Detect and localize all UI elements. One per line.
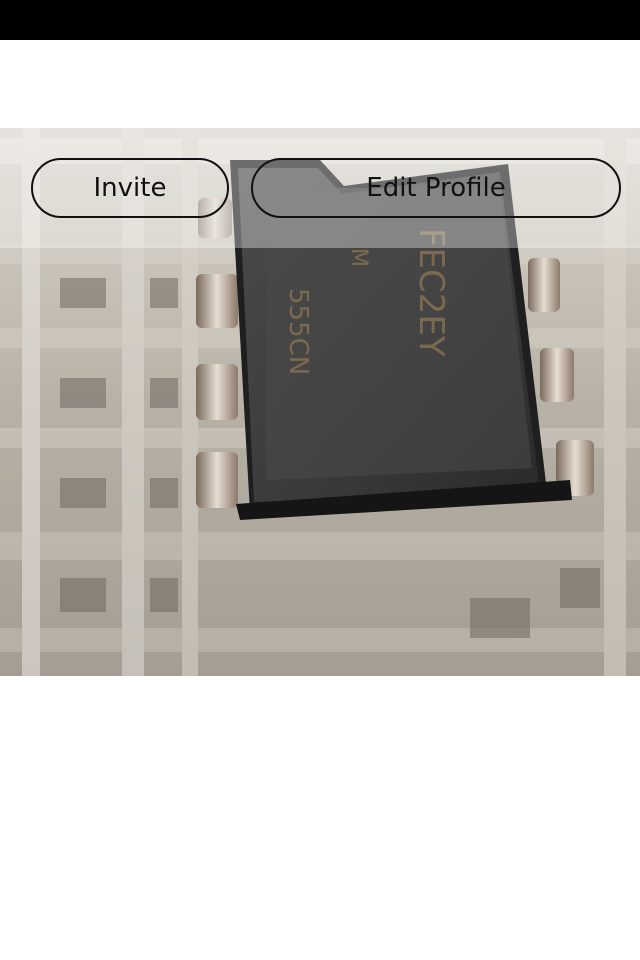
svg-text:M: M	[346, 248, 371, 267]
svg-text:555CN: 555CN	[283, 288, 313, 375]
status-bar	[0, 0, 640, 40]
invite-button[interactable]: Invite	[31, 158, 229, 218]
edit-profile-button[interactable]: Edit Profile	[251, 158, 621, 218]
